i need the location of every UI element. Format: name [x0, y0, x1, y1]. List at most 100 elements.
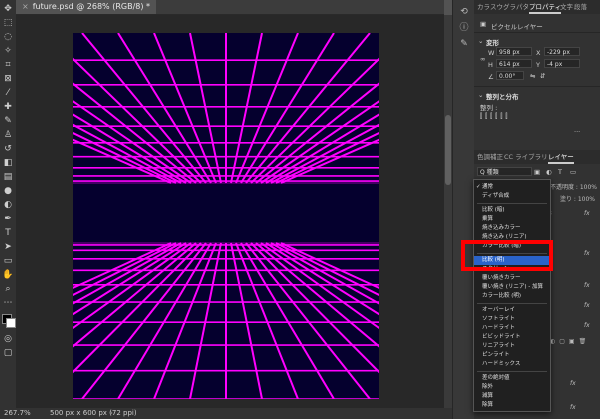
fx-icon[interactable]: fx: [584, 322, 590, 329]
fill-label[interactable]: 塗り : 100%: [560, 194, 595, 203]
healing-brush-tool-icon[interactable]: ✚: [2, 102, 14, 113]
dodge-tool-icon[interactable]: ◐: [2, 200, 14, 211]
edit-toolbar-icon[interactable]: ⋯: [2, 298, 14, 309]
info-panel-icon[interactable]: ⓘ: [458, 22, 470, 34]
flip-vertical-icon[interactable]: ⇵: [540, 72, 545, 80]
blend-mode-item[interactable]: 通常 ✓: [474, 183, 550, 192]
history-brush-tool-icon[interactable]: ↺: [2, 144, 14, 155]
layers-panel-tabs: 色調補正 CC ライブラリ レイヤー: [474, 150, 600, 164]
blend-mode-item[interactable]: 減算: [474, 392, 550, 401]
flip-horizontal-icon[interactable]: ⇋: [530, 72, 535, 80]
blend-mode-item[interactable]: ディザ合成: [474, 192, 550, 201]
angle-field[interactable]: 0.00°: [496, 71, 524, 80]
frame-tool-icon[interactable]: ⊠: [2, 74, 14, 85]
y-field[interactable]: -4 px: [544, 59, 580, 68]
tab-cc-libraries[interactable]: CC ライブラリ: [504, 150, 548, 164]
blend-mode-dropdown[interactable]: 通常 ✓ ディザ合成 比較 (暗) 乗算 焼き込みカラー 焼き込み (リニア) カラー比較 (…: [473, 179, 551, 412]
blend-mode-item[interactable]: ソフトライト: [474, 315, 550, 324]
brush-panel-icon[interactable]: ✎: [458, 38, 470, 50]
blend-mode-item[interactable]: 差の絶対値: [474, 374, 550, 383]
hand-tool-icon[interactable]: ✋: [2, 270, 14, 281]
align-section-title[interactable]: 整列と分布: [486, 91, 519, 101]
layer-actions-icon[interactable]: ◐▢▣🗑: [550, 338, 590, 345]
crop-tool-icon[interactable]: ⌗: [2, 60, 14, 71]
blur-tool-icon[interactable]: ●: [2, 186, 14, 197]
filter-type-icon[interactable]: T: [558, 168, 562, 176]
fx-icon[interactable]: fx: [584, 302, 590, 309]
lasso-tool-icon[interactable]: ◌: [2, 32, 14, 43]
brush-tool-icon[interactable]: ✎: [2, 116, 14, 127]
type-tool-icon[interactable]: T: [2, 228, 14, 239]
width-field[interactable]: 958 px: [496, 47, 532, 56]
pen-tool-icon[interactable]: ✒: [2, 214, 14, 225]
artboard-image[interactable]: [73, 33, 379, 399]
transform-section-title[interactable]: 変形: [486, 37, 499, 47]
rectangle-tool-icon[interactable]: ▭: [2, 256, 14, 267]
path-selection-tool-icon[interactable]: ➤: [2, 242, 14, 253]
magic-wand-tool-icon[interactable]: ✧: [2, 46, 14, 57]
tab-color[interactable]: カラ: [477, 0, 490, 14]
layer-filter-select[interactable]: Q 種類: [477, 167, 532, 176]
status-arrow-icon[interactable]: ›: [110, 408, 113, 419]
blend-mode-item[interactable]: ハードライト: [474, 324, 550, 333]
blend-mode-item[interactable]: 覆い焼きカラー: [474, 274, 550, 283]
blend-mode-item[interactable]: ピンライト: [474, 351, 550, 360]
fx-icon[interactable]: fx: [584, 210, 590, 217]
tab-properties[interactable]: プロパティ: [529, 0, 562, 14]
background-color-swatch[interactable]: [6, 318, 16, 328]
close-tab-icon[interactable]: ×: [22, 2, 29, 11]
eyedropper-tool-icon[interactable]: ⁄: [2, 88, 14, 99]
blend-mode-item[interactable]: 焼き込みカラー: [474, 224, 550, 233]
height-field[interactable]: 614 px: [496, 59, 532, 68]
tab-paragraph[interactable]: 段落: [574, 0, 587, 14]
blend-mode-item[interactable]: オーバーレイ: [474, 306, 550, 315]
align-buttons-icon[interactable]: ⫿⫿⫿⫿⫿⫿: [480, 112, 510, 121]
align-label: 整列 :: [480, 104, 498, 112]
more-options-icon[interactable]: ···: [574, 128, 580, 136]
tab-adjustments[interactable]: 色調補正: [477, 150, 503, 164]
tab-gradients[interactable]: グラ: [503, 0, 516, 14]
fx-icon[interactable]: fx: [584, 250, 590, 257]
blend-mode-item[interactable]: 比較 (暗): [474, 206, 550, 215]
filter-image-icon[interactable]: ▣: [534, 168, 540, 176]
link-icon[interactable]: ∞: [480, 55, 485, 63]
chevron-down-icon[interactable]: ⌄: [478, 91, 483, 99]
h-label: H: [488, 61, 493, 69]
fx-icon[interactable]: fx: [570, 380, 576, 387]
stamp-tool-icon[interactable]: ♙: [2, 130, 14, 141]
opacity-label[interactable]: 不透明度 : 100%: [550, 182, 597, 191]
history-panel-icon[interactable]: ⟲: [458, 6, 470, 18]
blend-mode-item[interactable]: 除外: [474, 383, 550, 392]
document-size-info[interactable]: 500 px x 600 px (72 ppi): [50, 408, 137, 419]
vertical-scrollbar[interactable]: [444, 15, 452, 408]
filter-shape-icon[interactable]: ▭: [570, 168, 576, 176]
scrollbar-thumb[interactable]: [445, 115, 451, 185]
blend-mode-item[interactable]: 除算: [474, 401, 550, 410]
eraser-tool-icon[interactable]: ◧: [2, 158, 14, 169]
x-field[interactable]: -229 px: [544, 47, 580, 56]
fx-icon[interactable]: fx: [584, 282, 590, 289]
filter-adjustment-icon[interactable]: ◐: [546, 168, 552, 176]
tab-patterns[interactable]: パタ: [516, 0, 529, 14]
blend-mode-item[interactable]: 乗算: [474, 215, 550, 224]
marquee-tool-icon[interactable]: ⬚: [2, 18, 14, 29]
tab-character[interactable]: 文字: [560, 0, 573, 14]
blend-mode-item[interactable]: リニアライト: [474, 342, 550, 351]
blend-mode-item[interactable]: 覆い焼き (リニア) - 加算: [474, 283, 550, 292]
gradient-tool-icon[interactable]: ▤: [2, 172, 14, 183]
fx-icon[interactable]: fx: [570, 404, 576, 411]
blend-mode-item[interactable]: ハードミックス: [474, 360, 550, 369]
blend-mode-item[interactable]: カラー比較 (明): [474, 292, 550, 301]
move-tool-icon[interactable]: ✥: [2, 4, 14, 15]
blend-mode-item[interactable]: ビビッドライト: [474, 333, 550, 342]
chevron-down-icon[interactable]: ⌄: [478, 37, 483, 45]
quick-mask-icon[interactable]: ◎: [2, 334, 14, 345]
screen-mode-icon[interactable]: ▢: [2, 348, 14, 359]
canvas-area[interactable]: [16, 15, 444, 408]
zoom-level[interactable]: 267.7%: [4, 408, 31, 419]
zoom-tool-icon[interactable]: ⌕: [2, 284, 14, 295]
tab-layers[interactable]: レイヤー: [548, 150, 574, 164]
tab-swatches[interactable]: スウ: [490, 0, 503, 14]
document-tab[interactable]: × future.psd @ 268% (RGB/8) *: [16, 0, 157, 14]
tools-panel: ✥ ⬚ ◌ ✧ ⌗ ⊠ ⁄ ✚ ✎ ♙ ↺ ◧ ▤ ● ◐ ✒ T ➤ ▭ ✋ …: [0, 0, 17, 419]
